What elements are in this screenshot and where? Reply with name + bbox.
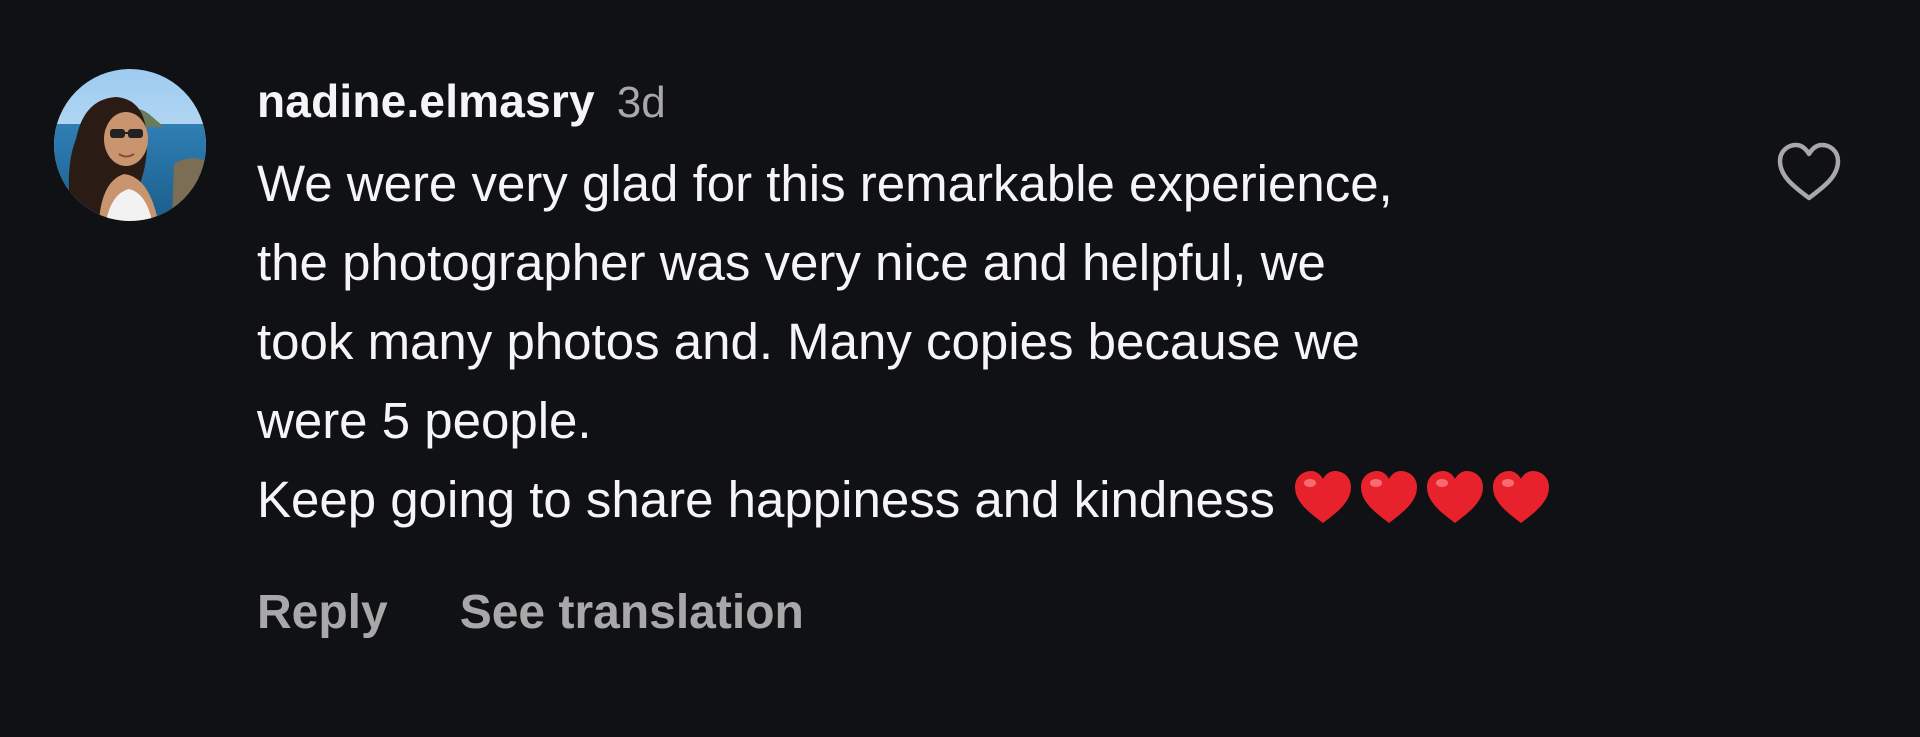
avatar[interactable] xyxy=(54,69,206,221)
see-translation-button[interactable]: See translation xyxy=(460,585,804,640)
reply-button[interactable]: Reply xyxy=(257,585,388,640)
username[interactable]: nadine.elmasry xyxy=(257,74,595,128)
comment-line: took many photos and. Many copies becaus… xyxy=(257,313,1360,370)
comment-line: the photographer was very nice and helpf… xyxy=(257,234,1326,291)
heart-emojis xyxy=(1293,469,1551,525)
heart-outline-icon xyxy=(1777,142,1841,201)
comment-item: nadine.elmasry 3d We were very glad for … xyxy=(0,0,1920,737)
red-heart-emoji-icon xyxy=(1426,471,1483,523)
comment-line: were 5 people. xyxy=(257,392,592,449)
red-heart-emoji-icon xyxy=(1492,471,1549,523)
comment-content: nadine.elmasry 3d We were very glad for … xyxy=(257,74,1727,640)
comment-line-last: Keep going to share happiness and kindne… xyxy=(257,460,1727,539)
comment-line: We were very glad for this remarkable ex… xyxy=(257,155,1393,212)
like-button[interactable] xyxy=(1775,140,1843,204)
avatar-photo xyxy=(54,69,206,221)
comment-actions: Reply See translation xyxy=(257,585,1727,640)
red-heart-emoji-icon xyxy=(1360,471,1417,523)
comment-line-text: Keep going to share happiness and kindne… xyxy=(257,471,1275,528)
red-heart-emoji-icon xyxy=(1294,471,1351,523)
timestamp: 3d xyxy=(616,78,666,127)
comment-meta: nadine.elmasry 3d xyxy=(257,74,1727,144)
comment-text: We were very glad for this remarkable ex… xyxy=(257,144,1727,539)
